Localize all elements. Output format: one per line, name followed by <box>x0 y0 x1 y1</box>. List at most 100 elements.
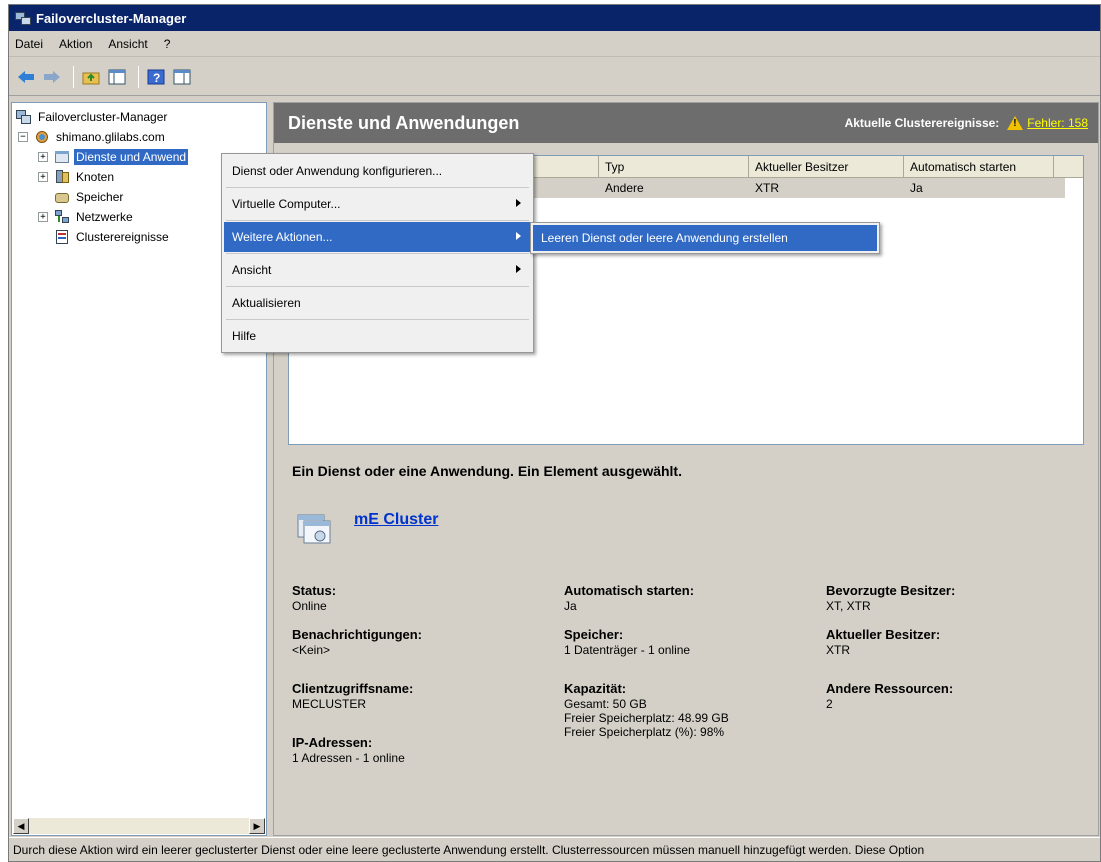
help-button[interactable]: ? <box>145 66 167 88</box>
menu-item-view[interactable]: Ansicht <box>224 255 531 285</box>
expand-toggle[interactable]: + <box>38 152 48 162</box>
action-pane-icon <box>173 69 191 84</box>
menu-item-create-empty-service[interactable]: Leeren Dienst oder leere Anwendung erste… <box>533 225 877 251</box>
capacity-total: Gesamt: 50 GB <box>564 697 647 711</box>
preferred-owners-value: XT, XTR <box>826 599 871 613</box>
forward-button[interactable] <box>41 66 63 88</box>
scroll-right-icon[interactable]: ▶ <box>249 818 265 834</box>
menu-item-configure[interactable]: Dienst oder Anwendung konfigurieren... <box>224 156 531 186</box>
status-value: Online <box>292 599 327 613</box>
current-owner-value: XTR <box>826 643 850 657</box>
errors-link[interactable]: Fehler: 158 <box>1027 116 1088 130</box>
menu-separator <box>226 253 529 254</box>
menu-help[interactable]: ? <box>164 37 171 51</box>
current-owner-label: Aktueller Besitzer: <box>826 627 941 642</box>
storage-value: 1 Datenträger - 1 online <box>564 643 691 657</box>
expand-toggle[interactable]: + <box>38 212 48 222</box>
menu-item-label: Virtuelle Computer... <box>232 197 341 211</box>
up-folder-button[interactable] <box>80 66 102 88</box>
tree-cluster[interactable]: − shimano.glilabs.com <box>18 127 167 147</box>
storage-label: Speicher: <box>564 627 624 642</box>
ip-addresses-label: IP-Adressen: <box>292 735 373 750</box>
autostart-label: Automatisch starten: <box>564 583 695 598</box>
menu-item-virtual-computers[interactable]: Virtuelle Computer... <box>224 189 531 219</box>
horizontal-scrollbar[interactable]: ◀ ▶ <box>13 818 265 834</box>
tree-item-events[interactable]: Clusterereignisse <box>54 227 171 247</box>
column-owner[interactable]: Aktueller Besitzer <box>749 156 904 178</box>
storage-icon <box>54 189 70 205</box>
other-resources-label: Andere Ressourcen: <box>826 681 954 696</box>
pane-header: Dienste und Anwendungen Aktuelle Cluster… <box>274 103 1098 143</box>
tree-root[interactable]: Failovercluster-Manager <box>16 107 169 127</box>
app-window: Failovercluster-Manager Datei Aktion Ans… <box>8 4 1101 862</box>
tree-item-label: Knoten <box>76 170 115 184</box>
menu-item-label: Aktualisieren <box>232 296 301 310</box>
menu-item-help[interactable]: Hilfe <box>224 321 531 351</box>
tree-item-label: Dienste und Anwend <box>74 149 189 165</box>
menu-item-label: Hilfe <box>232 329 257 343</box>
notifications-value: <Kein> <box>292 643 331 657</box>
tree-item-nodes[interactable]: + Knoten <box>38 167 116 187</box>
status-bar: Durch diese Aktion wird ein leerer geclu… <box>9 837 1100 861</box>
column-type[interactable]: Typ <box>599 156 749 178</box>
menu-bar: Datei Aktion Ansicht ? <box>9 31 1100 57</box>
submenu: Leeren Dienst oder leere Anwendung erste… <box>530 222 880 254</box>
action-pane-button[interactable] <box>171 66 193 88</box>
menu-separator <box>226 187 529 188</box>
window-title: Failovercluster-Manager <box>36 10 187 26</box>
toolbar-separator <box>138 65 139 88</box>
tree-item-storage[interactable]: Speicher <box>54 187 125 207</box>
collapse-toggle[interactable]: − <box>18 132 28 142</box>
menu-aktion[interactable]: Aktion <box>59 37 92 51</box>
folder-up-icon <box>82 72 100 84</box>
menu-datei[interactable]: Datei <box>15 37 43 51</box>
cluster-manager-icon <box>15 10 31 26</box>
capacity-free: Freier Speicherplatz: 48.99 GB <box>564 711 729 725</box>
tree-item-label: Netzwerke <box>76 210 133 224</box>
menu-item-label: Ansicht <box>232 263 272 277</box>
menu-ansicht[interactable]: Ansicht <box>108 37 147 51</box>
network-icon <box>54 209 70 225</box>
show-console-tree-button[interactable] <box>106 66 128 88</box>
console-tree-icon <box>108 69 126 84</box>
autostart-value: Ja <box>564 599 577 613</box>
svg-text:?: ? <box>153 71 160 85</box>
tree-root-label: Failovercluster-Manager <box>38 110 168 124</box>
cluster-manager-icon <box>16 109 32 125</box>
toolbar: ? <box>9 58 1100 96</box>
scroll-left-icon[interactable]: ◀ <box>13 818 29 834</box>
submenu-arrow-icon <box>516 199 521 207</box>
events-label: Aktuelle Clusterereignisse: <box>844 116 1000 130</box>
column-autostart[interactable]: Automatisch starten <box>904 156 1054 178</box>
cell-type: Andere <box>605 181 644 195</box>
submenu-arrow-icon <box>516 265 521 273</box>
submenu-arrow-icon <box>516 232 521 240</box>
nodes-icon <box>54 169 70 185</box>
menu-separator <box>226 319 529 320</box>
tree-item-label: Clusterereignisse <box>76 230 169 244</box>
cell-autostart: Ja <box>910 181 923 195</box>
cell-owner: XTR <box>755 181 779 195</box>
service-name-link[interactable]: mE Cluster <box>354 511 438 529</box>
ip-addresses-value: 1 Adressen - 1 online <box>292 751 405 765</box>
back-button[interactable] <box>15 66 37 88</box>
services-icon <box>54 149 70 165</box>
menu-separator <box>226 286 529 287</box>
toolbar-separator <box>73 65 74 88</box>
capacity-free-percent: Freier Speicherplatz (%): 98% <box>564 725 725 739</box>
cluster-icon <box>34 129 50 145</box>
tree-item-label: Speicher <box>76 190 124 204</box>
warning-icon <box>1007 116 1024 130</box>
menu-item-label: Weitere Aktionen... <box>232 230 333 244</box>
capacity-label: Kapazität: <box>564 681 627 696</box>
tree-item-networks[interactable]: + Netzwerke <box>38 207 135 227</box>
expand-toggle[interactable]: + <box>38 172 48 182</box>
menu-item-refresh[interactable]: Aktualisieren <box>224 288 531 318</box>
menu-item-more-actions[interactable]: Weitere Aktionen... <box>224 222 531 252</box>
other-resources-value: 2 <box>826 697 833 711</box>
tree-item-services[interactable]: + Dienste und Anwend <box>38 147 189 167</box>
client-access-label: Clientzugriffsname: <box>292 681 414 696</box>
scroll-track[interactable] <box>29 818 249 834</box>
event-log-icon <box>54 229 70 245</box>
pane-title: Dienste und Anwendungen <box>288 112 520 133</box>
